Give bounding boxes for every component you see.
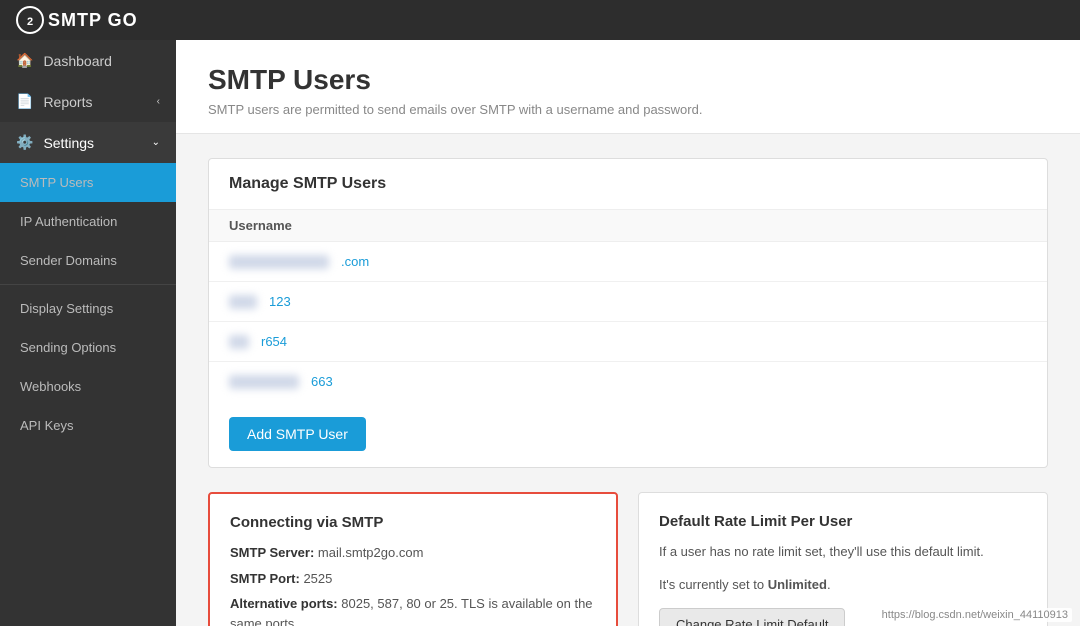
sidebar-item-settings[interactable]: ⚙️ Settings ⌄ <box>0 122 176 163</box>
username-blur-4 <box>229 375 299 389</box>
sidebar-item-webhooks[interactable]: Webhooks <box>0 367 176 406</box>
username-blur-1 <box>229 255 329 269</box>
sidebar-item-smtp-users[interactable]: SMTP Users <box>0 163 176 202</box>
rate-limit-current-value: Unlimited <box>768 577 827 592</box>
sidebar-item-ip-authentication[interactable]: IP Authentication <box>0 202 176 241</box>
username-suffix-2: 123 <box>269 294 291 309</box>
bottom-cards: Connecting via SMTP SMTP Server: mail.sm… <box>208 492 1048 626</box>
sidebar-item-display-settings[interactable]: Display Settings <box>0 289 176 328</box>
smtp-server-line: SMTP Server: mail.smtp2go.com <box>230 543 596 563</box>
rate-limit-current: It's currently set to Unlimited. <box>659 575 1027 596</box>
alt-ports-label: Alternative ports: <box>230 596 338 611</box>
username-blur-2 <box>229 295 257 309</box>
manage-section-title: Manage SMTP Users <box>209 159 1047 210</box>
page-body: Manage SMTP Users Username .com 123 r654 <box>176 134 1080 626</box>
rate-limit-card-title: Default Rate Limit Per User <box>659 513 1027 530</box>
sidebar-label-smtp-users: SMTP Users <box>20 175 93 190</box>
username-suffix-1: .com <box>341 254 369 269</box>
sidebar-label-dashboard: Dashboard <box>43 53 112 69</box>
username-suffix-3: r654 <box>261 334 287 349</box>
home-icon: 🏠 <box>16 52 33 69</box>
table-username-header: Username <box>209 210 1047 242</box>
logo-text: SMTP GO <box>48 10 138 31</box>
sidebar-item-dashboard[interactable]: 🏠 Dashboard <box>0 40 176 81</box>
table-row: r654 <box>209 322 1047 362</box>
rate-limit-desc-text: If a user has no rate limit set, they'll… <box>659 544 984 559</box>
sidebar-label-reports: Reports <box>43 94 92 110</box>
sidebar-item-sending-options[interactable]: Sending Options <box>0 328 176 367</box>
table-row: 663 <box>209 362 1047 401</box>
sidebar-item-reports[interactable]: 📄 Reports ‹ <box>0 81 176 122</box>
connecting-smtp-card: Connecting via SMTP SMTP Server: mail.sm… <box>208 492 618 626</box>
add-smtp-user-button[interactable]: Add SMTP User <box>229 417 366 451</box>
content-area: SMTP Users SMTP users are permitted to s… <box>176 40 1080 626</box>
sidebar-label-ip-auth: IP Authentication <box>20 214 117 229</box>
smtp-port-value: 2525 <box>303 571 332 586</box>
smtp-port-label: SMTP Port: <box>230 571 300 586</box>
sidebar-label-api-keys: API Keys <box>20 418 73 433</box>
rate-limit-current-label: It's currently set to <box>659 577 764 592</box>
sidebar-item-sender-domains[interactable]: Sender Domains <box>0 241 176 280</box>
change-rate-limit-button[interactable]: Change Rate Limit Default <box>659 608 845 626</box>
sidebar-label-sending-options: Sending Options <box>20 340 116 355</box>
smtp-server-value: mail.smtp2go.com <box>318 545 423 560</box>
page-subtitle: SMTP users are permitted to send emails … <box>208 102 1048 117</box>
sidebar: 🏠 Dashboard 📄 Reports ‹ ⚙️ Settings ⌄ SM… <box>0 40 176 626</box>
smtp-port-line: SMTP Port: 2525 <box>230 569 596 589</box>
chevron-right-icon: ‹ <box>157 96 160 107</box>
logo: 2 SMTP GO <box>16 6 138 34</box>
file-icon: 📄 <box>16 93 33 110</box>
rate-limit-card: Default Rate Limit Per User If a user ha… <box>638 492 1048 626</box>
svg-text:2: 2 <box>27 16 33 28</box>
main-layout: 🏠 Dashboard 📄 Reports ‹ ⚙️ Settings ⌄ SM… <box>0 40 1080 626</box>
alt-ports-line: Alternative ports: 8025, 587, 80 or 25. … <box>230 594 596 626</box>
connecting-card-title: Connecting via SMTP <box>230 514 596 531</box>
sidebar-item-api-keys[interactable]: API Keys <box>0 406 176 445</box>
sidebar-label-webhooks: Webhooks <box>20 379 81 394</box>
rate-limit-description: If a user has no rate limit set, they'll… <box>659 542 1027 563</box>
manage-smtp-users-section: Manage SMTP Users Username .com 123 r654 <box>208 158 1048 468</box>
gear-icon: ⚙️ <box>16 134 33 151</box>
sidebar-label-settings: Settings <box>43 135 94 151</box>
table-row: .com <box>209 242 1047 282</box>
smtp-server-label: SMTP Server: <box>230 545 314 560</box>
sidebar-divider-1 <box>0 284 176 285</box>
logo-icon: 2 <box>16 6 44 34</box>
username-suffix-4: 663 <box>311 374 333 389</box>
page-header: SMTP Users SMTP users are permitted to s… <box>176 40 1080 134</box>
topbar: 2 SMTP GO <box>0 0 1080 40</box>
page-title: SMTP Users <box>208 64 1048 96</box>
chevron-down-icon: ⌄ <box>152 137 160 148</box>
table-row: 123 <box>209 282 1047 322</box>
sidebar-label-sender-domains: Sender Domains <box>20 253 117 268</box>
username-blur-3 <box>229 335 249 349</box>
sidebar-label-display-settings: Display Settings <box>20 301 113 316</box>
